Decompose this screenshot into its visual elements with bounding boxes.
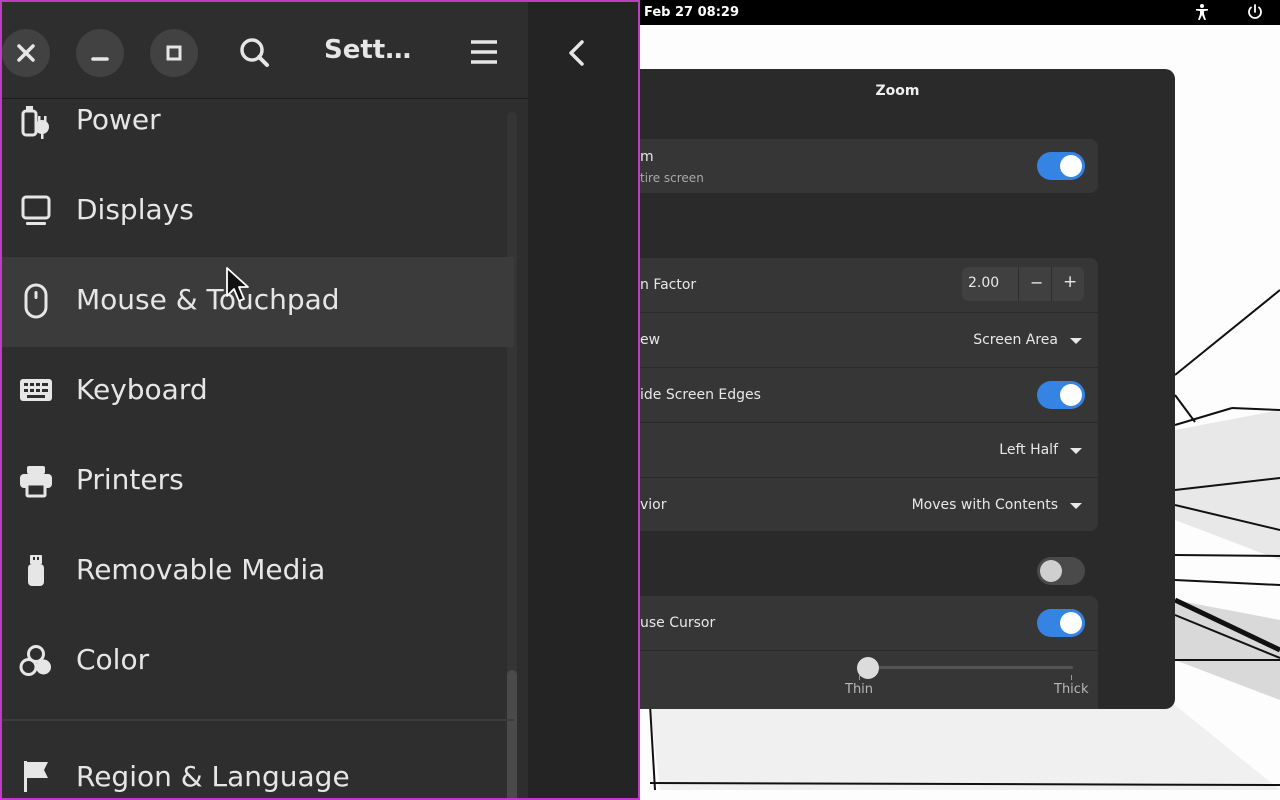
accessibility-icon[interactable] [1193,3,1211,21]
sidebar-item-region-language[interactable]: Region & Language [2,732,514,798]
magnification-spinbutton: 2.00 − + [962,267,1084,301]
sidebar-item-label: Mouse & Touchpad [76,283,340,316]
power-icon[interactable] [1246,3,1264,21]
sidebar-item-printers[interactable]: Printers [2,437,514,527]
magnification-value[interactable]: 2.00 [968,275,999,291]
mouse-tracking-value[interactable]: Moves with Contents [912,497,1058,513]
printer-icon [20,466,52,498]
increase-button[interactable]: + [1063,272,1077,292]
magnifier-view-value[interactable]: Screen Area [973,332,1058,348]
sidebar-item-keyboard[interactable]: Keyboard [2,347,514,437]
sidebar-item-label: Keyboard [76,373,208,406]
magnifier-settings-card: n Factor 2.00 − + ew Screen Area ide Scr… [620,258,1098,531]
zoom-toggle[interactable] [1037,152,1085,180]
magnifier-view-label: ew [640,332,661,348]
main-menu-button[interactable] [460,29,508,77]
menu-icon [471,40,497,64]
sidebar-item-label: Printers [76,463,184,496]
back-icon [569,40,584,66]
thick-label: Thick [1054,682,1089,697]
sidebar-item-color[interactable]: Color [2,617,514,707]
sidebar-item-removable-media[interactable]: Removable Media [2,527,514,617]
zoom-label: m [640,149,654,165]
sidebar-item-label: Power [76,103,161,136]
crosshairs-card: use Cursor Thin Thick [620,596,1098,709]
decrease-button[interactable]: − [1030,273,1043,292]
screen-position-value[interactable]: Left Half [999,442,1058,458]
mouse-tracking-row[interactable]: vior Moves with Contents [620,478,1098,533]
thickness-row: Thin Thick [620,651,1098,709]
search-button[interactable] [230,29,278,77]
zoom-sublabel: tire screen [640,171,704,185]
magnifier-view-row[interactable]: ew Screen Area [620,313,1098,368]
color-icon [19,645,51,676]
thin-label: Thin [845,682,874,697]
maximize-icon [166,45,182,61]
close-button[interactable] [2,29,50,77]
crosshairs-toggle[interactable] [1037,557,1085,585]
sidebar-item-label: Displays [76,193,194,226]
back-button[interactable] [552,29,600,77]
power-plug-icon [21,106,49,139]
settings-content-pane [528,2,638,798]
screen-edges-toggle[interactable] [1037,381,1085,409]
flag-icon [24,761,48,792]
thickness-slider-handle[interactable] [856,657,879,679]
maximize-button[interactable] [150,29,198,77]
window-title: Sett… [324,35,412,65]
magnification-factor-row: n Factor 2.00 − + [620,258,1098,313]
overlaps-cursor-row: use Cursor [620,596,1098,651]
close-icon [17,44,35,62]
chevron-down-icon[interactable] [1070,503,1082,509]
minimize-icon [91,57,109,61]
settings-window: Sett… Power Displays Mouse & Touchpad Ke… [0,0,640,800]
zoom-enable-card: m tire screen [620,139,1098,193]
sidebar-separator [2,719,514,721]
zoom-dialog-title: Zoom [875,83,920,99]
search-icon [240,38,269,67]
mouse-tracking-label: vior [640,497,667,513]
overlaps-cursor-label: use Cursor [640,615,716,631]
chevron-down-icon[interactable] [1070,448,1082,454]
screen-edges-label: ide Screen Edges [640,387,761,403]
display-icon [21,195,51,225]
overlaps-cursor-toggle[interactable] [1037,609,1085,637]
sidebar-item-label: Color [76,643,150,676]
magnification-factor-label: n Factor [640,277,697,293]
zoom-dialog: Zoom m tire screen n Factor 2.00 − + ew … [620,69,1175,709]
keyboard-icon [20,379,52,401]
usb-icon [28,555,44,586]
sidebar-item-power[interactable]: Power [2,77,514,167]
screen-position-row[interactable]: Left Half [620,423,1098,478]
sidebar-item-displays[interactable]: Displays [2,167,514,257]
sidebar-item-label: Removable Media [76,553,326,586]
minimize-button[interactable] [76,29,124,77]
chevron-down-icon[interactable] [1070,338,1082,344]
mouse-pointer-icon [226,267,249,302]
screen-edges-row: ide Screen Edges [620,368,1098,423]
sidebar-item-mouse-touchpad[interactable]: Mouse & Touchpad [2,257,514,347]
sidebar-item-label: Region & Language [76,760,350,793]
clock[interactable]: Feb 27 08:29 [644,5,739,20]
settings-sidebar: Sett… Power Displays Mouse & Touchpad Ke… [2,2,528,798]
mouse-icon [24,283,48,319]
thickness-slider[interactable] [856,657,1073,679]
